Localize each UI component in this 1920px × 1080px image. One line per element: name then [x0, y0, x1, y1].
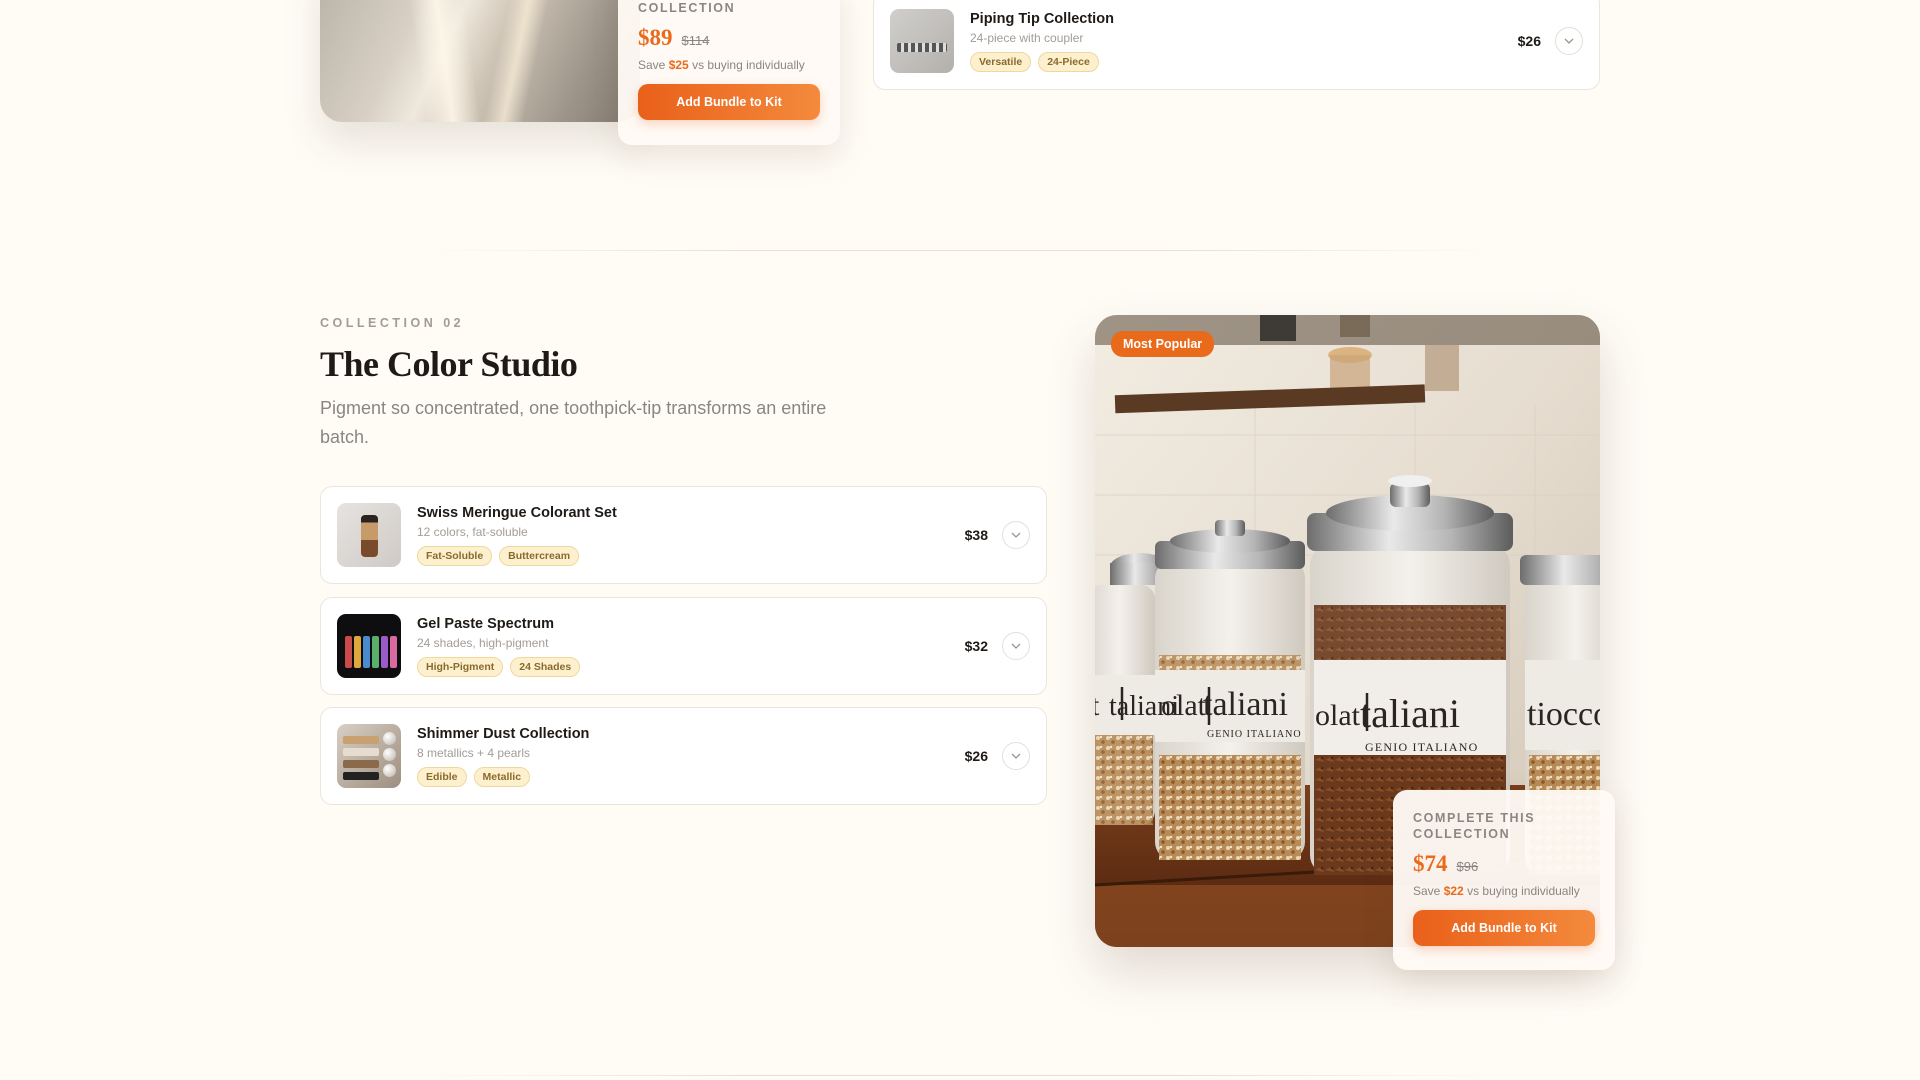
- product-tag: Fat-Soluble: [417, 545, 493, 566]
- product-subtitle: 12 colors, fat-soluble: [417, 524, 528, 539]
- light-streak: [481, 0, 549, 122]
- svg-text:tiocco: tiocco: [1527, 696, 1600, 733]
- product-card[interactable]: Piping Tip Collection 24-piece with coup…: [873, 0, 1600, 90]
- chevron-down-icon[interactable]: [1002, 521, 1030, 549]
- save-suffix: vs buying individually: [1467, 884, 1580, 898]
- jar-label: taliani: [1360, 691, 1460, 736]
- jar-label: taliani: [1203, 686, 1288, 723]
- bundle-savings: Save $25 vs buying individually: [638, 58, 820, 72]
- bundle-old-price: $114: [681, 33, 710, 48]
- product-tag: High-Pigment: [417, 656, 504, 677]
- bundle-card: COLLECTION $89 $114 Save $25 vs buying i…: [618, 0, 840, 145]
- bundle-old-price: $96: [1456, 859, 1479, 874]
- product-price: $38: [964, 527, 988, 543]
- section-divider: [420, 250, 1500, 251]
- save-prefix: Save: [1413, 884, 1441, 898]
- product-tag: Edible: [417, 766, 467, 787]
- product-thumbnail: [337, 614, 401, 678]
- chevron-down-icon[interactable]: [1002, 632, 1030, 660]
- collection-kicker: COLLECTION 02: [320, 316, 465, 330]
- product-subtitle: 24 shades, high-pigment: [417, 635, 549, 650]
- product-name: Piping Tip Collection: [970, 10, 1114, 27]
- svg-text:t: t: [1095, 689, 1100, 722]
- save-amount: $25: [668, 58, 689, 72]
- bundle-price: $89: [638, 25, 673, 50]
- add-bundle-button[interactable]: Add Bundle to Kit: [1413, 910, 1595, 946]
- section-divider: [420, 1075, 1500, 1076]
- product-price: $32: [964, 638, 988, 654]
- bundle-kicker: COMPLETE THIS COLLECTION: [1413, 811, 1536, 841]
- product-thumbnail: [890, 9, 954, 73]
- bundle-kicker: COLLECTION: [638, 1, 736, 15]
- collection-description: Pigment so concentrated, one toothpick-t…: [320, 398, 827, 447]
- product-thumbnail: [337, 724, 401, 788]
- product-info: Piping Tip Collection 24-piece with coup…: [970, 11, 1518, 72]
- add-bundle-button[interactable]: Add Bundle to Kit: [638, 84, 820, 120]
- light-streak: [403, 0, 482, 122]
- save-suffix: vs buying individually: [692, 58, 805, 72]
- jar-sublabel: GENIO ITALIANO: [1207, 729, 1302, 740]
- product-card[interactable]: Gel Paste Spectrum 24 shades, high-pigme…: [320, 597, 1047, 695]
- product-card[interactable]: Shimmer Dust Collection 8 metallics + 4 …: [320, 707, 1047, 805]
- bundle-card: COMPLETE THIS COLLECTION $74 $96 Save $2…: [1393, 790, 1615, 970]
- product-card[interactable]: Swiss Meringue Colorant Set 12 colors, f…: [320, 486, 1047, 584]
- product-name: Gel Paste Spectrum: [417, 615, 554, 632]
- product-name: Shimmer Dust Collection: [417, 725, 590, 742]
- jar-sublabel: GENIO ITALIANO: [1365, 740, 1478, 754]
- product-tags: Edible Metallic: [417, 766, 965, 787]
- product-subtitle: 24-piece with coupler: [970, 30, 1084, 45]
- chevron-down-icon[interactable]: [1002, 742, 1030, 770]
- product-thumbnail: [337, 503, 401, 567]
- product-tags: Versatile 24-Piece: [970, 51, 1518, 72]
- product-tag: Metallic: [473, 766, 531, 787]
- product-info: Gel Paste Spectrum 24 shades, high-pigme…: [417, 616, 965, 677]
- save-prefix: Save: [638, 58, 666, 72]
- bundle-savings: Save $22 vs buying individually: [1413, 884, 1595, 898]
- collection-title: The Color Studio: [320, 344, 578, 384]
- product-tag: Buttercream: [499, 545, 580, 566]
- product-info: Shimmer Dust Collection 8 metallics + 4 …: [417, 726, 965, 787]
- product-subtitle: 8 metallics + 4 pearls: [417, 745, 531, 760]
- product-price: $26: [964, 748, 988, 764]
- svg-text:olat: olat: [1161, 689, 1207, 722]
- product-tags: High-Pigment 24 Shades: [417, 656, 965, 677]
- product-tags: Fat-Soluble Buttercream: [417, 545, 965, 566]
- bundle-price-row: $74 $96: [1413, 851, 1595, 877]
- product-name: Swiss Meringue Colorant Set: [417, 504, 617, 521]
- svg-text:olat: olat: [1315, 699, 1361, 732]
- product-tag: 24-Piece: [1038, 51, 1099, 72]
- bundle-price-row: $89 $114: [638, 25, 820, 51]
- collection-01-image: [320, 0, 640, 122]
- product-tag: 24 Shades: [510, 656, 581, 677]
- bundle-price: $74: [1413, 851, 1448, 876]
- product-tag: Versatile: [970, 51, 1032, 72]
- save-amount: $22: [1443, 884, 1464, 898]
- chevron-down-icon[interactable]: [1555, 27, 1583, 55]
- product-info: Swiss Meringue Colorant Set 12 colors, f…: [417, 505, 965, 566]
- most-popular-badge: Most Popular: [1111, 331, 1215, 357]
- product-price: $26: [1517, 33, 1541, 49]
